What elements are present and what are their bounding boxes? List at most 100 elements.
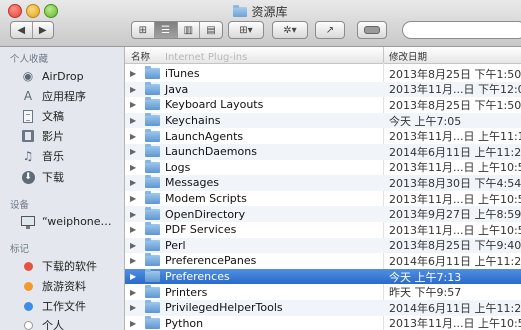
sidebar-tag-travel[interactable]: 旅游资料 (20, 277, 86, 295)
disclosure-triangle-icon[interactable]: ▶ (130, 303, 136, 312)
disclosure-triangle-icon[interactable]: ▶ (130, 132, 136, 141)
folder-icon (145, 315, 160, 329)
disclosure-triangle-icon[interactable]: ▶ (130, 178, 136, 187)
folder-icon (145, 159, 160, 173)
search-input[interactable] (402, 21, 521, 39)
sidebar-item-label: 应用程序 (42, 90, 86, 103)
modified-date: 2014年6月11日 上午11:25 (389, 145, 521, 159)
disclosure-triangle-icon[interactable]: ▶ (130, 225, 136, 234)
icon-view-button[interactable]: ⊞ (132, 22, 155, 38)
table-row[interactable]: ▶ PDF Services 2013年11月...日 上午10:50 (125, 222, 521, 238)
table-row[interactable]: ▶ OpenDirectory 2013年9月27日 上午8:59 (125, 206, 521, 222)
table-row[interactable]: ▶ Modem Scripts 2013年11月...日 上午10:50 (125, 191, 521, 207)
modified-date: 今天 上午7:05 (389, 114, 462, 128)
disclosure-triangle-icon[interactable]: ▶ (130, 100, 136, 109)
sidebar-item-music[interactable]: ♫ 音乐 (20, 147, 64, 165)
disclosure-triangle-icon[interactable]: ▶ (130, 116, 136, 125)
file-name: LaunchAgents (165, 129, 244, 143)
table-row-selected[interactable]: ▶ Preferences 今天 上午7:13 (125, 268, 521, 285)
folder-icon (145, 113, 160, 127)
disclosure-triangle-icon[interactable]: ▶ (130, 163, 136, 172)
sidebar-item-label: “weiphone… (42, 214, 112, 228)
share-button[interactable]: ↗ (315, 21, 345, 39)
file-name: Modem Scripts (165, 192, 247, 206)
sidebar-item-airdrop[interactable]: ◉ AirDrop (20, 67, 84, 85)
sidebar-heading-favorites: 个人收藏 (10, 54, 49, 65)
sidebar-item-label: 文稿 (42, 110, 64, 123)
table-row[interactable]: ▶ Java 2013年11月...日 下午12:00 (125, 81, 521, 98)
disclosure-triangle-icon[interactable]: ▶ (130, 241, 136, 250)
sidebar-tag-downloaded-software[interactable]: 下载的软件 (20, 257, 97, 275)
table-row[interactable]: ▶ Messages 2013年8月30日 下午4:54 (125, 175, 521, 191)
coverflow-view-button[interactable]: ▤ (200, 22, 222, 38)
folder-icon (145, 144, 160, 158)
movies-icon (20, 128, 36, 144)
disclosure-triangle-icon[interactable]: ▶ (130, 288, 136, 297)
folder-icon (145, 97, 160, 111)
column-divider[interactable] (383, 47, 384, 63)
column-view-button[interactable]: ▥ (178, 22, 201, 38)
sidebar-tag-work[interactable]: 工作文件 (20, 297, 86, 315)
sidebar-item-label: 旅游资料 (42, 280, 86, 293)
disclosure-triangle-icon[interactable]: ▶ (130, 69, 136, 78)
disclosure-triangle-icon[interactable]: ▶ (130, 194, 136, 203)
sidebar-heading-devices: 设备 (10, 200, 30, 211)
modified-date: 2014年6月11日 上午11:25 (389, 254, 521, 268)
table-row[interactable]: ▶ LaunchAgents 2013年11月...日 上午11:11 (125, 128, 521, 144)
tag-button[interactable] (357, 21, 387, 39)
folder-icon (145, 191, 160, 205)
sidebar-item-movies[interactable]: 影片 (20, 127, 64, 145)
forward-button[interactable]: ▶ (33, 25, 54, 36)
column-header-date[interactable]: 修改日期 (389, 49, 427, 63)
table-row[interactable]: ▶ LaunchDaemons 2014年6月11日 上午11:25 (125, 144, 521, 160)
nav-back-forward: ◀ ▶ (10, 21, 54, 39)
modified-date: 2013年8月25日 下午9:40 (389, 239, 521, 253)
file-name: iTunes (165, 67, 200, 81)
file-name: Logs (165, 160, 191, 174)
sidebar-item-applications[interactable]: A 应用程序 (20, 87, 86, 105)
table-row[interactable]: ▶ PrivilegedHelperTools 2014年6月11日 上午11:25 (125, 300, 521, 316)
sidebar-tag-personal[interactable]: 个人 (20, 316, 64, 330)
downloads-icon: ⬇ (20, 169, 36, 185)
sidebar-item-documents[interactable]: 文稿 (20, 107, 64, 125)
file-name: LaunchDaemons (165, 145, 257, 159)
folder-icon (145, 253, 160, 267)
documents-icon (20, 108, 36, 124)
folder-icon (145, 284, 160, 298)
table-row[interactable]: ▶ Keychains 今天 上午7:05 (125, 112, 521, 129)
disclosure-triangle-icon[interactable]: ▶ (130, 272, 136, 281)
sidebar-item-label: AirDrop (42, 69, 84, 83)
table-row[interactable]: ▶ Printers 昨天 下午9:57 (125, 284, 521, 300)
title-bar: 资源库 ◀ ▶ ⊞ ☰ ▥ ▤ ⊞▾ ✲▾ ↗ (0, 0, 521, 47)
modified-date: 2013年11月...日 上午10:50 (389, 317, 521, 330)
table-row[interactable]: ▶ Python 2013年11月...日 上午10:50 (125, 315, 521, 330)
folder-icon (145, 300, 160, 314)
back-button[interactable]: ◀ (11, 25, 32, 36)
sidebar-item-device[interactable]: “weiphone… (20, 212, 112, 230)
table-row[interactable]: ▶ Keyboard Layouts 2013年8月25日 下午1:50 (125, 97, 521, 113)
modified-date: 昨天 下午9:57 (389, 286, 462, 300)
table-row[interactable]: ▶ Perl 2013年8月25日 下午9:40 (125, 237, 521, 254)
table-row[interactable]: ▶ Logs 2013年11月...日 上午10:50 (125, 159, 521, 176)
file-name: Perl (165, 238, 186, 252)
disclosure-triangle-icon[interactable]: ▶ (130, 147, 136, 156)
list-view-button[interactable]: ☰ (154, 22, 178, 38)
modified-date: 2013年11月...日 上午11:11 (389, 130, 521, 144)
modified-date: 2013年11月...日 上午10:50 (389, 161, 521, 175)
disclosure-triangle-icon[interactable]: ▶ (130, 319, 136, 328)
tag-dot-icon (20, 317, 36, 330)
action-button[interactable]: ✲▾ (272, 21, 308, 39)
column-header-name[interactable]: 名称 (131, 49, 150, 63)
table-row[interactable]: ▶ iTunes 2013年8月25日 下午1:50 (125, 66, 521, 82)
folder-icon (233, 5, 248, 17)
file-name: Python (165, 316, 204, 330)
view-mode-group: ⊞ ☰ ▥ ▤ (131, 21, 223, 39)
sidebar-item-label: 音乐 (42, 150, 64, 163)
disclosure-triangle-icon[interactable]: ▶ (130, 256, 136, 265)
sidebar-item-downloads[interactable]: ⬇ 下载 (20, 168, 64, 186)
disclosure-triangle-icon[interactable]: ▶ (130, 85, 136, 94)
disclosure-triangle-icon[interactable]: ▶ (130, 210, 136, 219)
table-row[interactable]: ▶ PreferencePanes 2014年6月11日 上午11:25 (125, 253, 521, 269)
file-name: Keychains (165, 114, 221, 128)
arrange-button[interactable]: ⊞▾ (228, 21, 264, 39)
